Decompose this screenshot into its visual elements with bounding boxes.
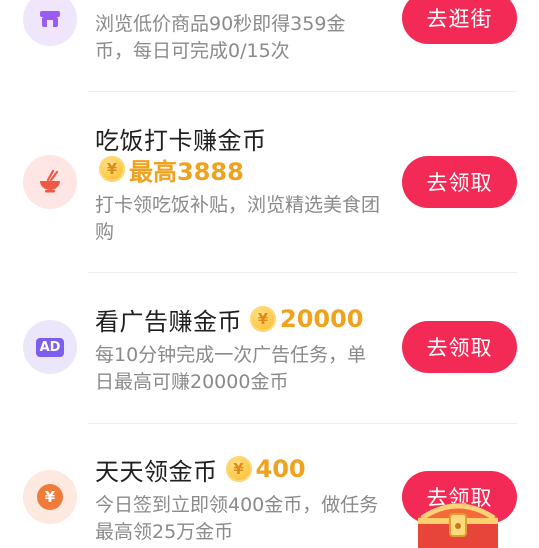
task-title-row: 天天领金币 ¥ 400 [95, 453, 306, 486]
yen-coin-icon: ¥ [99, 156, 125, 182]
task-title-row: 看广告赚金币 ¥ 20000 [95, 303, 364, 336]
task-description: 浏览低价商品90秒即得359金币，每日可完成0/15次 [95, 13, 346, 62]
ad-icon: AD [23, 320, 77, 374]
yen-coin-icon: ¥ [250, 306, 276, 332]
reward-amount: 20000 [280, 305, 364, 333]
divider [88, 423, 517, 424]
reward-amount: 最高3888 [129, 157, 244, 186]
task-title: 吃饭打卡赚金币 [95, 126, 267, 155]
divider [88, 91, 517, 92]
reward: ¥ 最高3888 [99, 152, 244, 187]
reward: ¥ 400 [225, 455, 306, 483]
task-title-row: 吃饭打卡赚金币 [95, 122, 267, 155]
claim-button[interactable]: 去领取 [402, 156, 517, 208]
reward: ¥ 20000 [250, 305, 364, 333]
reward-row: ¥ 最高3888 [95, 152, 244, 187]
reward-amount: 400 [255, 455, 306, 483]
yen-coin-icon: ¥ [23, 470, 77, 524]
task-description: 每10分钟完成一次广告任务，单日最高可赚20000金币 [95, 344, 367, 393]
yen-symbol: ¥ [37, 484, 63, 510]
task-description: 打卡领吃饭补贴，浏览精选美食团购 [95, 194, 381, 243]
task-description: 今日签到立即领400金币，做任务最高领25万金币 [95, 494, 379, 543]
shop-icon [23, 0, 77, 46]
ad-icon-label: AD [35, 337, 65, 357]
treasure-chest-icon[interactable] [412, 488, 504, 548]
bowl-icon [23, 155, 77, 209]
go-shopping-button[interactable]: 去逛街 [402, 0, 517, 44]
yen-coin-icon: ¥ [225, 456, 252, 482]
claim-button[interactable]: 去领取 [402, 321, 517, 373]
task-title: 看广告赚金币 [95, 307, 242, 336]
divider [88, 272, 517, 273]
task-title: 天天领金币 [95, 457, 218, 486]
